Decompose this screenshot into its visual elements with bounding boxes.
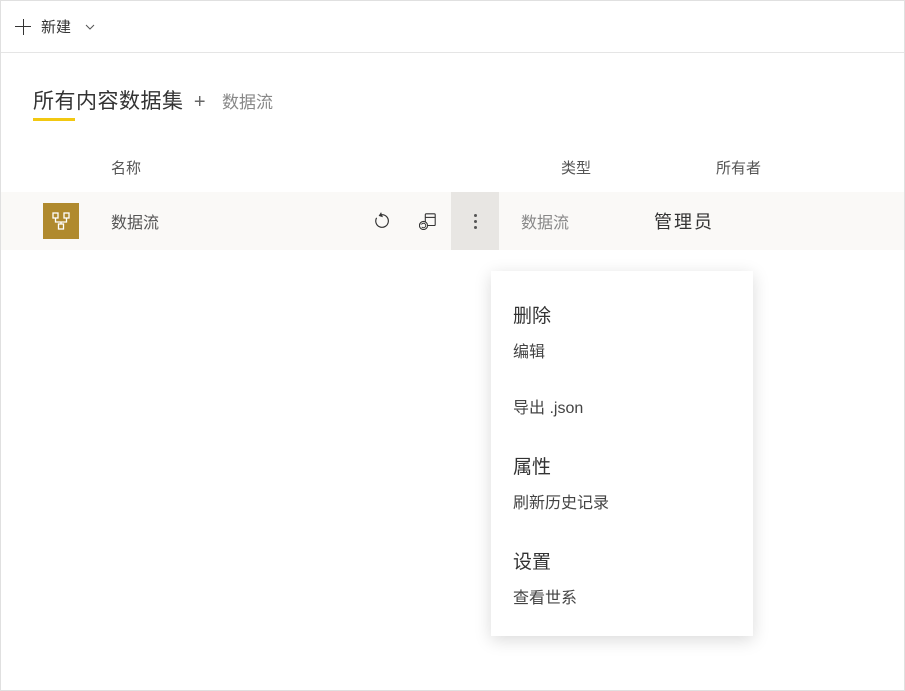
chevron-down-icon (85, 24, 95, 30)
menu-view-lineage[interactable]: 查看世系 (491, 580, 753, 618)
tab-all-content-datasets[interactable]: 所有内容数据集 + (33, 85, 206, 115)
vertical-dots-icon (474, 214, 477, 229)
tab-plus: + (194, 91, 206, 113)
row-actions (359, 192, 499, 250)
column-header-type[interactable]: 类型 (561, 157, 716, 178)
row-type: 数据流 (499, 209, 654, 233)
new-button[interactable]: 新建 (15, 16, 95, 37)
column-header-owner[interactable]: 所有者 (716, 157, 904, 178)
column-header-name[interactable]: 名称 (1, 157, 561, 178)
more-options-button[interactable] (451, 192, 499, 250)
row-owner: 管理员 (654, 208, 714, 234)
menu-refresh-history[interactable]: 刷新历史记录 (491, 485, 753, 523)
menu-settings[interactable]: 设置 (491, 535, 753, 580)
context-menu: 删除 编辑 导出 .json 属性 刷新历史记录 设置 查看世系 (491, 271, 753, 636)
new-button-label: 新建 (41, 16, 71, 37)
table-header: 名称 类型 所有者 (1, 143, 904, 192)
menu-properties[interactable]: 属性 (491, 440, 753, 485)
refresh-icon (373, 212, 391, 230)
schedule-refresh-button[interactable] (405, 192, 451, 250)
dataflow-icon (43, 203, 79, 239)
tab-main-label: 所有内容数据集 (33, 90, 184, 113)
menu-delete[interactable]: 删除 (491, 289, 753, 334)
refresh-button[interactable] (359, 192, 405, 250)
menu-edit[interactable]: 编辑 (491, 334, 753, 372)
plus-icon (15, 19, 31, 35)
table-row[interactable]: 数据流 (1, 192, 904, 250)
row-name: 数据流 (79, 209, 359, 233)
content-area: 所有内容数据集 + 数据流 名称 类型 所有者 数据流 (1, 53, 904, 250)
menu-export-json[interactable]: 导出 .json (491, 384, 753, 428)
tab-dataflow[interactable]: 数据流 (222, 88, 273, 113)
tabs: 所有内容数据集 + 数据流 (1, 85, 904, 143)
schedule-icon (419, 212, 437, 230)
top-bar: 新建 (1, 1, 904, 53)
